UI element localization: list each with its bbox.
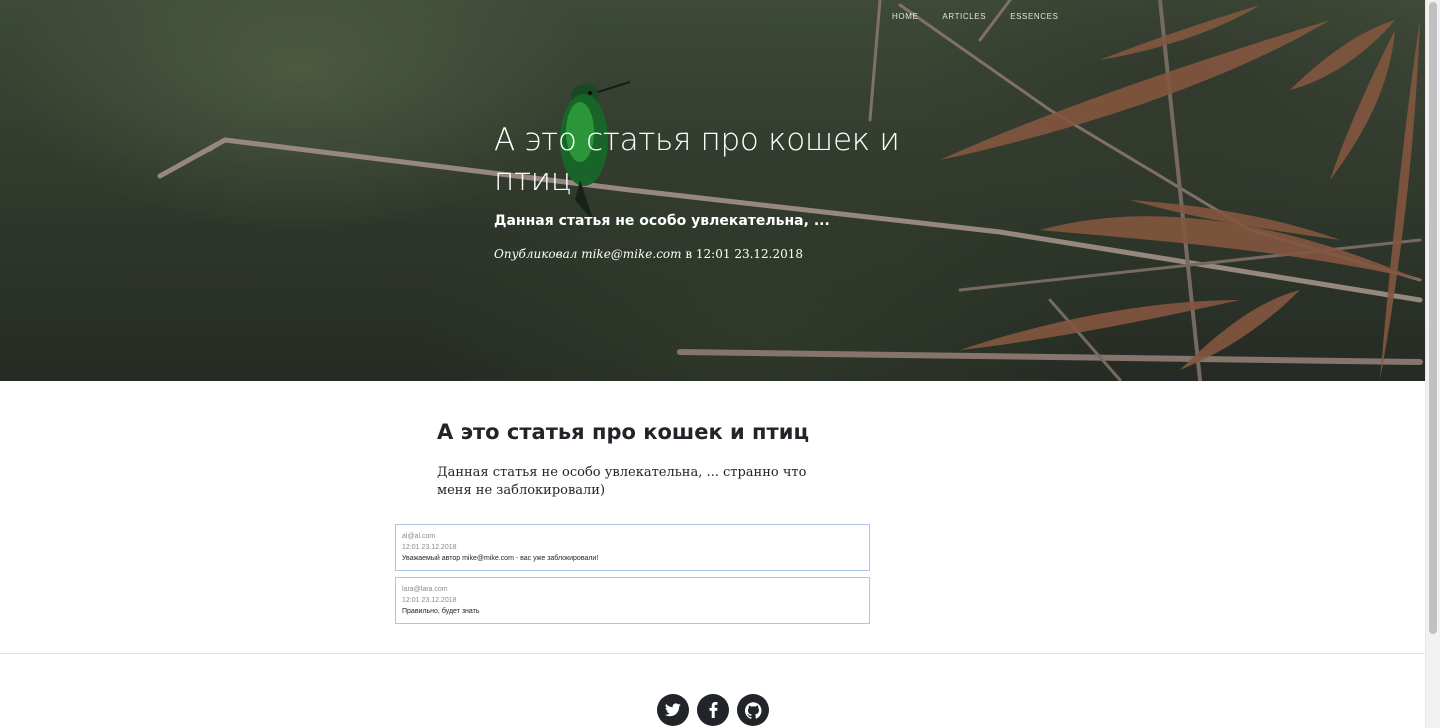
- facebook-icon: [709, 702, 717, 718]
- comment-author: lara@lara.com: [402, 586, 448, 593]
- twitter-link[interactable]: [657, 694, 689, 726]
- post-author: Опубликовал mike@mike.com: [494, 247, 682, 261]
- comment-text: Уважаемый автор mike@mike.com - вас уже …: [402, 555, 599, 562]
- scrollbar-thumb[interactable]: [1429, 2, 1437, 634]
- comment-card: al@al.com 12:01 23.12.2018 Уважаемый авт…: [395, 524, 870, 571]
- hero-post-meta: Опубликовал mike@mike.com в 12:01 23.12.…: [494, 247, 803, 261]
- hero-title: А это статья про кошек и птиц: [494, 122, 900, 198]
- top-navigation: HOME ARTICLES ESSENCES: [880, 12, 1071, 22]
- comment-date: 12:01 23.12.2018: [402, 597, 457, 604]
- comment-author: al@al.com: [402, 533, 436, 540]
- page-scrollbar[interactable]: [1425, 0, 1440, 728]
- social-links: [657, 694, 769, 726]
- comment-card: lara@lara.com 12:01 23.12.2018 Правильно…: [395, 577, 870, 624]
- facebook-link[interactable]: [697, 694, 729, 726]
- hero-header: HOME ARTICLES ESSENCES А это статья про …: [0, 0, 1425, 381]
- footer-divider: [0, 653, 1425, 654]
- nav-essences-link[interactable]: ESSENCES: [998, 12, 1070, 22]
- nav-articles-link[interactable]: ARTICLES: [930, 12, 998, 22]
- github-link[interactable]: [737, 694, 769, 726]
- comment-date: 12:01 23.12.2018: [402, 544, 457, 551]
- comment-text: Правильно, будет знать: [402, 608, 480, 615]
- article-body: Данная статья не особо увлекательна, ...…: [437, 465, 807, 498]
- twitter-icon: [665, 703, 681, 717]
- github-icon: [744, 701, 761, 719]
- article-title: А это статья про кошек и птиц: [437, 420, 810, 444]
- hero-subtitle: Данная статья не особо увлекательна, ...: [494, 213, 830, 229]
- nav-home-link[interactable]: HOME: [880, 12, 930, 22]
- post-date: в 12:01 23.12.2018: [681, 247, 804, 261]
